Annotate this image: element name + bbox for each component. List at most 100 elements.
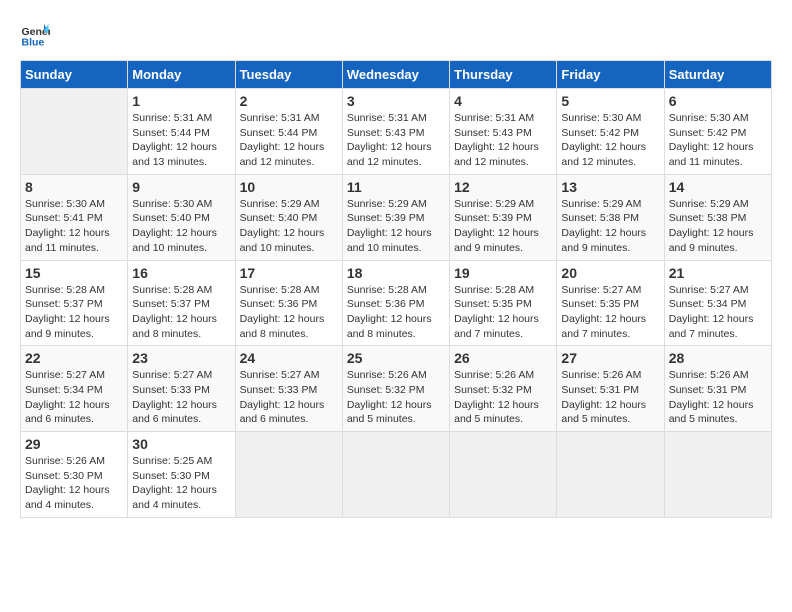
calendar-cell: 28 Sunrise: 5:26 AM Sunset: 5:31 PM Dayli…	[664, 346, 771, 432]
calendar-cell: 26 Sunrise: 5:26 AM Sunset: 5:32 PM Dayli…	[450, 346, 557, 432]
day-header-saturday: Saturday	[664, 61, 771, 89]
calendar-cell: 22 Sunrise: 5:27 AM Sunset: 5:34 PM Dayli…	[21, 346, 128, 432]
day-number: 23	[132, 350, 230, 366]
day-info: Sunrise: 5:26 AM Sunset: 5:31 PM Dayligh…	[669, 368, 767, 427]
calendar-cell: 11 Sunrise: 5:29 AM Sunset: 5:39 PM Dayli…	[342, 174, 449, 260]
calendar-cell: 2 Sunrise: 5:31 AM Sunset: 5:44 PM Daylig…	[235, 89, 342, 175]
day-number: 26	[454, 350, 552, 366]
header: General Blue	[20, 20, 772, 50]
calendar-cell: 30 Sunrise: 5:25 AM Sunset: 5:30 PM Dayli…	[128, 432, 235, 518]
calendar-cell: 27 Sunrise: 5:26 AM Sunset: 5:31 PM Dayli…	[557, 346, 664, 432]
calendar-header-row: SundayMondayTuesdayWednesdayThursdayFrid…	[21, 61, 772, 89]
day-info: Sunrise: 5:27 AM Sunset: 5:33 PM Dayligh…	[240, 368, 338, 427]
calendar-cell	[557, 432, 664, 518]
day-number: 19	[454, 265, 552, 281]
day-number: 30	[132, 436, 230, 452]
day-info: Sunrise: 5:27 AM Sunset: 5:33 PM Dayligh…	[132, 368, 230, 427]
calendar-cell: 21 Sunrise: 5:27 AM Sunset: 5:34 PM Dayli…	[664, 260, 771, 346]
day-info: Sunrise: 5:30 AM Sunset: 5:41 PM Dayligh…	[25, 197, 123, 256]
day-number: 1	[132, 93, 230, 109]
day-number: 12	[454, 179, 552, 195]
calendar-week-row: 29 Sunrise: 5:26 AM Sunset: 5:30 PM Dayli…	[21, 432, 772, 518]
day-number: 3	[347, 93, 445, 109]
calendar-body: 1 Sunrise: 5:31 AM Sunset: 5:44 PM Daylig…	[21, 89, 772, 518]
calendar-cell: 14 Sunrise: 5:29 AM Sunset: 5:38 PM Dayli…	[664, 174, 771, 260]
calendar-cell: 6 Sunrise: 5:30 AM Sunset: 5:42 PM Daylig…	[664, 89, 771, 175]
day-info: Sunrise: 5:31 AM Sunset: 5:44 PM Dayligh…	[132, 111, 230, 170]
calendar-cell: 23 Sunrise: 5:27 AM Sunset: 5:33 PM Dayli…	[128, 346, 235, 432]
day-number: 10	[240, 179, 338, 195]
calendar-cell: 25Sunrise: 5:26 AM Sunset: 5:32 PM Dayli…	[342, 346, 449, 432]
day-number: 6	[669, 93, 767, 109]
day-number: 16	[132, 265, 230, 281]
day-info: Sunrise: 5:26 AM Sunset: 5:31 PM Dayligh…	[561, 368, 659, 427]
day-number: 2	[240, 93, 338, 109]
day-header-tuesday: Tuesday	[235, 61, 342, 89]
svg-text:Blue: Blue	[22, 37, 45, 49]
day-info: Sunrise: 5:29 AM Sunset: 5:38 PM Dayligh…	[669, 197, 767, 256]
calendar-cell: 13 Sunrise: 5:29 AM Sunset: 5:38 PM Dayli…	[557, 174, 664, 260]
day-info: Sunrise: 5:25 AM Sunset: 5:30 PM Dayligh…	[132, 454, 230, 513]
calendar-cell: 15 Sunrise: 5:28 AM Sunset: 5:37 PM Dayli…	[21, 260, 128, 346]
day-info: Sunrise: 5:27 AM Sunset: 5:34 PM Dayligh…	[25, 368, 123, 427]
day-info: Sunrise: 5:29 AM Sunset: 5:40 PM Dayligh…	[240, 197, 338, 256]
calendar-cell	[21, 89, 128, 175]
day-number: 18	[347, 265, 445, 281]
day-info: Sunrise: 5:30 AM Sunset: 5:42 PM Dayligh…	[561, 111, 659, 170]
day-number: 21	[669, 265, 767, 281]
calendar-cell: 17Sunrise: 5:28 AM Sunset: 5:36 PM Dayli…	[235, 260, 342, 346]
day-number: 14	[669, 179, 767, 195]
day-number: 27	[561, 350, 659, 366]
day-info: Sunrise: 5:28 AM Sunset: 5:37 PM Dayligh…	[25, 283, 123, 342]
day-number: 28	[669, 350, 767, 366]
day-info: Sunrise: 5:28 AM Sunset: 5:36 PM Dayligh…	[347, 283, 445, 342]
day-number: 22	[25, 350, 123, 366]
calendar-cell	[342, 432, 449, 518]
calendar-cell	[450, 432, 557, 518]
day-number: 29	[25, 436, 123, 452]
day-header-friday: Friday	[557, 61, 664, 89]
day-info: Sunrise: 5:29 AM Sunset: 5:39 PM Dayligh…	[454, 197, 552, 256]
day-number: 13	[561, 179, 659, 195]
calendar-cell: 1 Sunrise: 5:31 AM Sunset: 5:44 PM Daylig…	[128, 89, 235, 175]
day-info: Sunrise: 5:31 AM Sunset: 5:43 PM Dayligh…	[347, 111, 445, 170]
day-info: Sunrise: 5:29 AM Sunset: 5:39 PM Dayligh…	[347, 197, 445, 256]
day-info: Sunrise: 5:28 AM Sunset: 5:37 PM Dayligh…	[132, 283, 230, 342]
day-info: Sunrise: 5:26 AM Sunset: 5:32 PM Dayligh…	[454, 368, 552, 427]
calendar-cell: 18 Sunrise: 5:28 AM Sunset: 5:36 PM Dayli…	[342, 260, 449, 346]
logo: General Blue	[20, 20, 54, 50]
day-number: 25	[347, 350, 445, 366]
calendar-cell: 19 Sunrise: 5:28 AM Sunset: 5:35 PM Dayli…	[450, 260, 557, 346]
calendar-cell: 8 Sunrise: 5:30 AM Sunset: 5:41 PM Daylig…	[21, 174, 128, 260]
day-header-sunday: Sunday	[21, 61, 128, 89]
calendar-cell: 12 Sunrise: 5:29 AM Sunset: 5:39 PM Dayli…	[450, 174, 557, 260]
calendar-cell: 5Sunrise: 5:30 AM Sunset: 5:42 PM Daylig…	[557, 89, 664, 175]
day-number: 15	[25, 265, 123, 281]
day-number: 20	[561, 265, 659, 281]
day-info: Sunrise: 5:27 AM Sunset: 5:35 PM Dayligh…	[561, 283, 659, 342]
calendar-cell	[664, 432, 771, 518]
day-number: 17	[240, 265, 338, 281]
calendar-cell: 24Sunrise: 5:27 AM Sunset: 5:33 PM Dayli…	[235, 346, 342, 432]
calendar-cell: 4 Sunrise: 5:31 AM Sunset: 5:43 PM Daylig…	[450, 89, 557, 175]
day-number: 4	[454, 93, 552, 109]
calendar-cell	[235, 432, 342, 518]
day-number: 9	[132, 179, 230, 195]
day-info: Sunrise: 5:28 AM Sunset: 5:35 PM Dayligh…	[454, 283, 552, 342]
day-info: Sunrise: 5:31 AM Sunset: 5:44 PM Dayligh…	[240, 111, 338, 170]
calendar-cell: 20 Sunrise: 5:27 AM Sunset: 5:35 PM Dayli…	[557, 260, 664, 346]
day-info: Sunrise: 5:30 AM Sunset: 5:40 PM Dayligh…	[132, 197, 230, 256]
day-number: 11	[347, 179, 445, 195]
day-info: Sunrise: 5:30 AM Sunset: 5:42 PM Dayligh…	[669, 111, 767, 170]
day-info: Sunrise: 5:26 AM Sunset: 5:30 PM Dayligh…	[25, 454, 123, 513]
calendar-cell: 10 Sunrise: 5:29 AM Sunset: 5:40 PM Dayli…	[235, 174, 342, 260]
day-info: Sunrise: 5:29 AM Sunset: 5:38 PM Dayligh…	[561, 197, 659, 256]
day-number: 8	[25, 179, 123, 195]
calendar-week-row: 1 Sunrise: 5:31 AM Sunset: 5:44 PM Daylig…	[21, 89, 772, 175]
day-info: Sunrise: 5:27 AM Sunset: 5:34 PM Dayligh…	[669, 283, 767, 342]
calendar-cell: 16 Sunrise: 5:28 AM Sunset: 5:37 PM Dayli…	[128, 260, 235, 346]
calendar-week-row: 22 Sunrise: 5:27 AM Sunset: 5:34 PM Dayli…	[21, 346, 772, 432]
day-info: Sunrise: 5:31 AM Sunset: 5:43 PM Dayligh…	[454, 111, 552, 170]
day-header-thursday: Thursday	[450, 61, 557, 89]
calendar-week-row: 15 Sunrise: 5:28 AM Sunset: 5:37 PM Dayli…	[21, 260, 772, 346]
